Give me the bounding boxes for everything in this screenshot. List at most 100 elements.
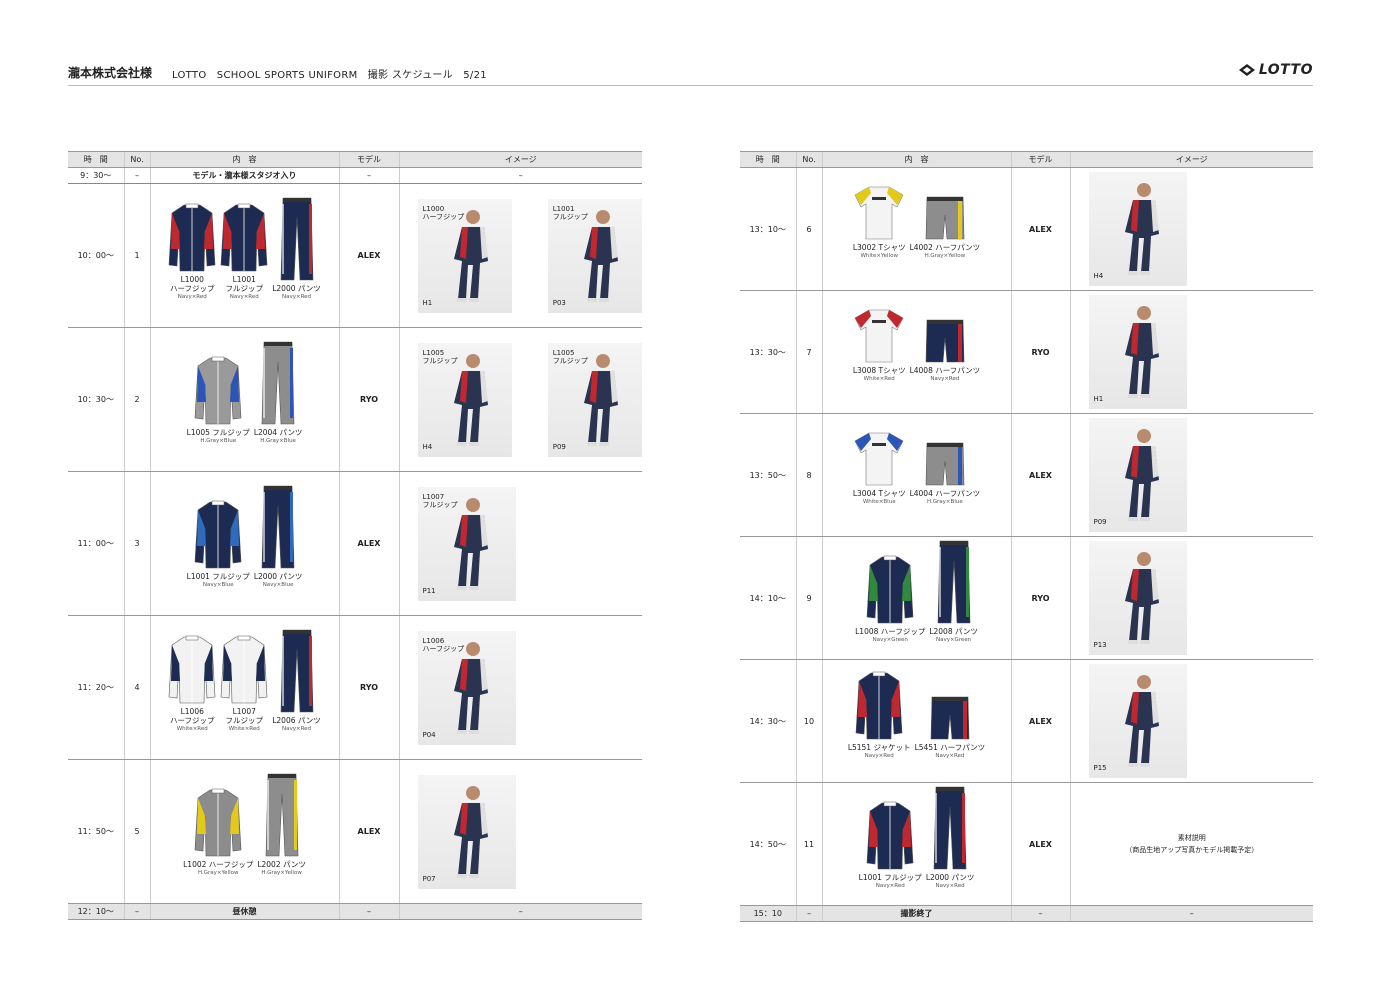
model-cell: RYO <box>338 615 399 760</box>
product-type: フルジップ <box>225 716 263 725</box>
model-photo: P07 <box>417 774 516 889</box>
col-model: モデル <box>1010 151 1070 168</box>
model-cell: – <box>338 167 399 184</box>
photo-code: H1 <box>1093 395 1104 403</box>
no-cell: 9 <box>795 536 822 660</box>
content-cell: 昼休憩 <box>149 903 339 920</box>
start-row: 9：30〜 – モデル・瀧本様スタジオ入り – – <box>68 167 642 184</box>
schedule-table-right: 時 間 No. 内 容モデル イメージ 13：10〜 6 L3002 Tシャツ White×… <box>740 151 1313 922</box>
time-cell: 12：10〜 <box>68 903 124 920</box>
garment-illustration <box>194 786 242 860</box>
col-no: No. <box>123 151 150 168</box>
photo-code: H4 <box>422 442 433 451</box>
product-color: Navy×Red <box>229 294 259 300</box>
garment-illustration <box>280 196 314 284</box>
image-cell: P15 <box>1069 659 1313 783</box>
product-item: L1002 ハーフジップ H.Gray×Yellow <box>183 786 253 877</box>
product-item: L2004 パンツ H.Gray×Blue <box>254 340 302 445</box>
note-text: （商品生地アップ写真かモデル掲載予定） <box>1125 846 1259 854</box>
product-color: White×Red <box>228 726 260 732</box>
products-cell: L5151 ジャケット Navy×Red L5451 ハーフパンツ Navy×Red <box>821 659 1011 783</box>
photo-sublabel: フルジップ <box>552 212 588 221</box>
model-cell: ALEX <box>1010 782 1070 906</box>
garment-illustration <box>937 539 971 627</box>
product-code: L3008 Tシャツ <box>852 365 906 375</box>
product-color: Navy×Red <box>935 882 965 889</box>
model-cell: – <box>1010 905 1070 922</box>
products-cell: L3008 Tシャツ White×Red L4008 ハーフパンツ Navy×Red <box>821 290 1011 414</box>
photo-code: P04 <box>422 730 436 739</box>
product-item: L1001 フルジップ Navy×Red <box>859 799 922 890</box>
schedule-row: 10：00〜 1 L1000 ハーフジップ Navy×Red L1001 フルジップ Navy… <box>68 183 642 328</box>
product-code: L1001 フルジップ <box>858 872 922 882</box>
model-cell: RYO <box>338 327 399 472</box>
image-cell: P07 <box>398 759 642 904</box>
time-cell: 14：50〜 <box>740 782 796 906</box>
photo-sublabel: フルジップ <box>422 356 458 365</box>
schedule-row: 10：30〜 2 L1005 フルジップ H.Gray×Blue L2004 パンツ H.… <box>68 327 642 472</box>
photo-label: L1007 <box>422 492 445 501</box>
product-item: L1000 ハーフジップ Navy×Red <box>168 201 216 301</box>
no-cell: – <box>123 903 150 920</box>
time-cell: 10：00〜 <box>68 183 124 328</box>
products-cell: L1000 ハーフジップ Navy×Red L1001 フルジップ Navy×Red L20… <box>149 183 339 328</box>
content-cell: 撮影終了 <box>821 905 1011 922</box>
product-item: L3004 Tシャツ White×Blue <box>853 431 906 506</box>
image-cell: – <box>398 903 642 920</box>
model-cell: RYO <box>1010 290 1070 414</box>
products-cell: L1001 フルジップ Navy×Red L2000 パンツ Navy×Red <box>821 782 1011 906</box>
no-cell: 7 <box>795 290 822 414</box>
garment-illustration <box>853 308 905 366</box>
product-code: L2006 パンツ <box>272 716 321 725</box>
product-color: Navy×Green <box>935 636 972 643</box>
image-cell: P09 <box>1069 413 1313 537</box>
product-color: H.Gray×Yellow <box>261 870 302 876</box>
image-cell: L1005 フルジップ H4 L1005 フルジップ P09 <box>398 327 642 472</box>
product-item: L1008 ハーフジップ Navy×Green <box>855 553 925 644</box>
photo-code: P11 <box>422 586 436 595</box>
garment-illustration <box>194 354 242 428</box>
product-type: ハーフジップ <box>169 716 215 725</box>
no-cell: 4 <box>123 615 150 760</box>
col-no: No. <box>795 151 822 168</box>
product-code: L2000 パンツ <box>925 872 975 882</box>
model-cell: ALEX <box>1010 167 1070 291</box>
product-color: Navy×Red <box>281 726 312 732</box>
garment-illustration <box>280 628 314 716</box>
image-cell: L1000 ハーフジップ H1 L1001 フルジップ P03 <box>398 183 642 328</box>
photo-code: P09 <box>552 442 566 451</box>
model-photo: L1006 ハーフジップ P04 <box>417 630 516 745</box>
product-color: White×Red <box>176 726 208 732</box>
product-code: L4004 ハーフパンツ <box>909 488 981 498</box>
product-color: H.Gray×Blue <box>927 498 963 505</box>
garment-illustration <box>261 340 295 428</box>
model-photo: P09 <box>1088 418 1187 532</box>
product-item: L4004 ハーフパンツ H.Gray×Blue <box>909 441 981 506</box>
no-cell: – <box>123 167 150 184</box>
products-cell: L3004 Tシャツ White×Blue L4004 ハーフパンツ H.Gray×B… <box>821 413 1011 537</box>
garment-illustration <box>925 195 965 243</box>
product-code: L1002 ハーフジップ <box>183 860 254 869</box>
photo-code: P07 <box>422 874 436 883</box>
time-cell: 11：00〜 <box>68 471 124 616</box>
product-item: L4008 ハーフパンツ Navy×Red <box>909 318 981 383</box>
product-item: L3002 Tシャツ White×Yellow <box>853 185 906 260</box>
image-cell: 素材説明 （商品生地アップ写真かモデル掲載予定） <box>1069 782 1313 906</box>
time-cell: 11：20〜 <box>68 615 124 760</box>
product-code: L1007 <box>232 707 256 716</box>
product-code: L2000 パンツ <box>272 284 321 293</box>
garment-illustration <box>265 772 299 860</box>
product-code: L4008 ハーフパンツ <box>909 365 981 375</box>
no-cell: 1 <box>123 183 150 328</box>
products-cell: L1008 ハーフジップ Navy×Green L2008 パンツ Navy×Gree… <box>821 536 1011 660</box>
model-photo: L1000 ハーフジップ H1 <box>417 198 512 313</box>
time-cell: 14：10〜 <box>740 536 796 660</box>
photo-label: L1006 <box>422 636 445 645</box>
product-code: L5151 ジャケット <box>847 742 911 752</box>
schedule-table-left: 時 間 No. 内 容モデル イメージ 9：30〜 – モデル・瀧本様スタジオ入り – – 1… <box>68 151 642 920</box>
col-time: 時 間 <box>740 151 796 168</box>
product-color: Navy×Red <box>875 882 905 889</box>
product-color: Navy×Green <box>872 636 908 643</box>
photo-code: H1 <box>422 298 433 307</box>
products-cell: L1006 ハーフジップ White×Red L1007 フルジップ White×Red L… <box>149 615 339 760</box>
